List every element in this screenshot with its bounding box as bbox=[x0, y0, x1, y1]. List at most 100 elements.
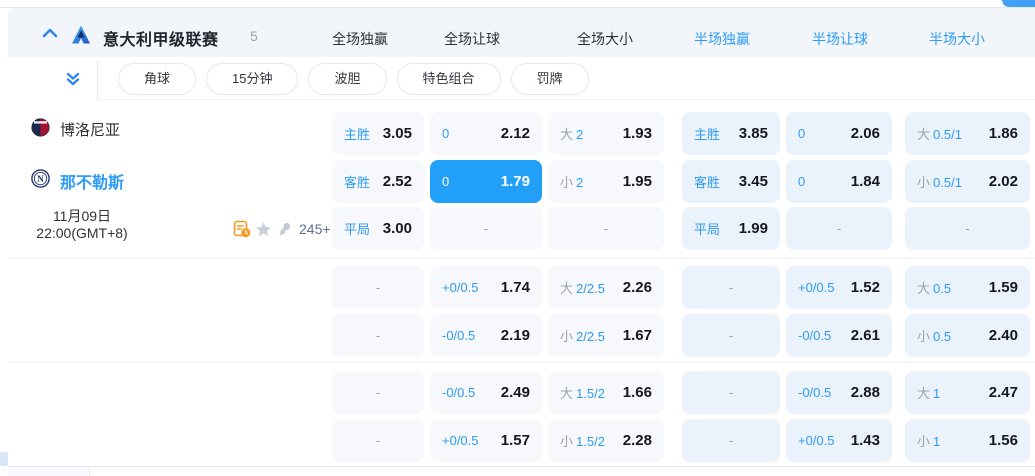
empty-odds-dash: - bbox=[836, 221, 842, 236]
odds-label: 0 bbox=[798, 174, 806, 189]
odds-label-prefix: 大 bbox=[917, 386, 931, 401]
previous-section-edge bbox=[0, 0, 1035, 8]
filter-pill[interactable]: 角球 bbox=[118, 63, 197, 95]
odds-cell[interactable]: 平局 3.00 bbox=[332, 207, 424, 250]
odds-cell-empty: - bbox=[786, 207, 892, 250]
match-stats-icon[interactable] bbox=[233, 220, 251, 238]
filter-pill[interactable]: 波胆 bbox=[308, 63, 387, 95]
odds-cell[interactable]: -0/0.5 2.49 bbox=[430, 371, 542, 414]
odds-cell[interactable]: -0/0.5 2.88 bbox=[786, 371, 892, 414]
empty-odds-dash: - bbox=[375, 280, 381, 295]
odds-label: 大1 bbox=[917, 386, 941, 401]
market-tab[interactable]: 全场独赢 bbox=[332, 29, 388, 49]
odds-cell[interactable]: 小 2/2.5 1.67 bbox=[548, 314, 664, 357]
odds-cell-empty: - bbox=[332, 419, 424, 462]
filter-pill[interactable]: 特色组合 bbox=[396, 63, 501, 95]
extra-markets-count[interactable]: 245+ bbox=[299, 221, 331, 237]
odds-value: 2.06 bbox=[850, 125, 880, 142]
odds-cell-empty: - bbox=[682, 419, 780, 462]
odds-cell[interactable]: 主胜 3.85 bbox=[682, 112, 780, 155]
odds-cell[interactable]: 大 1.5/2 1.66 bbox=[548, 371, 664, 414]
odds-label: +0/0.5 bbox=[798, 280, 835, 295]
odds-cell[interactable]: 大 2/2.5 2.26 bbox=[548, 266, 664, 309]
odds-label: 主胜 bbox=[344, 127, 371, 142]
odds-value: 1.86 bbox=[988, 125, 1018, 142]
odds-cell[interactable]: 客胜 2.52 bbox=[332, 160, 424, 203]
odds-cell[interactable]: 大 0.5 1.59 bbox=[905, 266, 1030, 309]
market-filter-pills: 角球 15分钟 波胆 特色组合 罚牌 bbox=[118, 63, 589, 95]
odds-label: 大 0.5/1 bbox=[917, 127, 962, 142]
odds-cell[interactable]: 小 1.5/2 2.28 bbox=[548, 419, 664, 462]
double-chevron-down-icon bbox=[66, 72, 80, 86]
odds-cell[interactable]: 小 0.5 2.40 bbox=[905, 314, 1030, 357]
league-name: 意大利甲级联赛 bbox=[103, 32, 219, 49]
odds-label: 大 1.5/2 bbox=[560, 386, 605, 401]
odds-value: 2.61 bbox=[850, 327, 880, 344]
odds-value: 3.45 bbox=[738, 173, 768, 190]
home-team-name: 博洛尼亚 bbox=[60, 122, 121, 139]
odds-cell[interactable]: 小 1 1.56 bbox=[905, 419, 1030, 462]
odds-cell[interactable]: +0/0.5 1.57 bbox=[430, 419, 542, 462]
odds-cell-empty: - bbox=[682, 266, 780, 309]
filter-pill[interactable]: 罚牌 bbox=[510, 63, 589, 95]
scrollbar-thumb[interactable] bbox=[0, 452, 8, 466]
filter-row: 角球 15分钟 波胆 特色组合 罚牌 bbox=[8, 57, 1035, 100]
star-icon[interactable] bbox=[255, 221, 272, 238]
odds-label: -0/0.5 bbox=[442, 385, 476, 400]
odds-cell[interactable]: 大 0.5/1 1.86 bbox=[905, 112, 1030, 155]
odds-cell[interactable]: 0 1.84 bbox=[786, 160, 892, 203]
odds-cell[interactable]: 大 1 2.47 bbox=[905, 371, 1030, 414]
odds-label: 小 0.5/1 bbox=[917, 175, 962, 190]
odds-cell[interactable]: 0 2.12 bbox=[430, 112, 542, 155]
odds-cell[interactable]: +0/0.5 1.43 bbox=[786, 419, 892, 462]
odds-value: 1.84 bbox=[850, 173, 880, 190]
odds-value: 1.43 bbox=[850, 432, 880, 449]
odds-cell[interactable]: 大 2 1.93 bbox=[548, 112, 664, 155]
market-tab[interactable]: 全场大小 bbox=[577, 29, 633, 49]
chevron-up-icon bbox=[42, 28, 58, 38]
empty-odds-dash: - bbox=[375, 433, 381, 448]
odds-cell[interactable]: +0/0.5 1.74 bbox=[430, 266, 542, 309]
odds-value: 2.19 bbox=[500, 327, 530, 344]
filter-pill[interactable]: 15分钟 bbox=[206, 63, 299, 95]
odds-label-prefix: 小 bbox=[560, 175, 574, 190]
filter-divider bbox=[97, 59, 98, 100]
odds-cell[interactable]: +0/0.5 1.52 bbox=[786, 266, 892, 309]
collapse-section-button[interactable] bbox=[35, 22, 65, 44]
overflow-button-partial[interactable] bbox=[1002, 0, 1035, 7]
odds-cell[interactable]: -0/0.5 2.61 bbox=[786, 314, 892, 357]
empty-odds-dash: - bbox=[375, 385, 381, 400]
odds-label: 大 2/2.5 bbox=[560, 281, 605, 296]
market-tab[interactable]: 半场让球 bbox=[812, 29, 868, 49]
odds-label: +0/0.5 bbox=[798, 433, 835, 448]
market-tab[interactable]: 全场让球 bbox=[444, 29, 500, 49]
odds-cell[interactable]: -0/0.5 2.19 bbox=[430, 314, 542, 357]
odds-label-prefix: 小 bbox=[917, 434, 931, 449]
odds-label: 小 0.5 bbox=[917, 329, 952, 344]
next-section-edge bbox=[8, 467, 90, 476]
odds-value: 2.28 bbox=[622, 432, 652, 449]
odds-cell[interactable]: 平局 1.99 bbox=[682, 207, 780, 250]
market-tab[interactable]: 半场大小 bbox=[929, 29, 985, 49]
odds-cell[interactable]: 客胜 3.45 bbox=[682, 160, 780, 203]
odds-panel: 意大利甲级联赛 5 全场独赢 全场让球 全场大小 半场独赢 半场让球 半场大小 角球 15分… bbox=[0, 0, 1035, 476]
empty-odds-dash: - bbox=[375, 328, 381, 343]
match-meta: 245+ bbox=[233, 220, 331, 238]
odds-label: -0/0.5 bbox=[798, 385, 832, 400]
empty-odds-dash: - bbox=[728, 385, 734, 400]
odds-label: +0/0.5 bbox=[442, 280, 479, 295]
home-team-crest-icon bbox=[31, 118, 50, 137]
odds-value: 3.85 bbox=[738, 125, 768, 142]
empty-odds-dash: - bbox=[965, 221, 970, 236]
odds-cell[interactable]: 主胜 3.05 bbox=[332, 112, 424, 155]
odds-cell-empty: - bbox=[905, 207, 1030, 250]
market-tab[interactable]: 半场独赢 bbox=[694, 29, 750, 49]
odds-cell[interactable]: 0 1.79 bbox=[430, 160, 542, 203]
odds-cell[interactable]: 小 0.5/1 2.02 bbox=[905, 160, 1030, 203]
odds-value: 3.00 bbox=[382, 220, 412, 237]
expand-all-button[interactable] bbox=[60, 67, 86, 91]
odds-cell[interactable]: 0 2.06 bbox=[786, 112, 892, 155]
pin-icon[interactable] bbox=[273, 217, 297, 241]
odds-value: 2.88 bbox=[850, 384, 880, 401]
odds-cell[interactable]: 小 2 1.95 bbox=[548, 160, 664, 203]
